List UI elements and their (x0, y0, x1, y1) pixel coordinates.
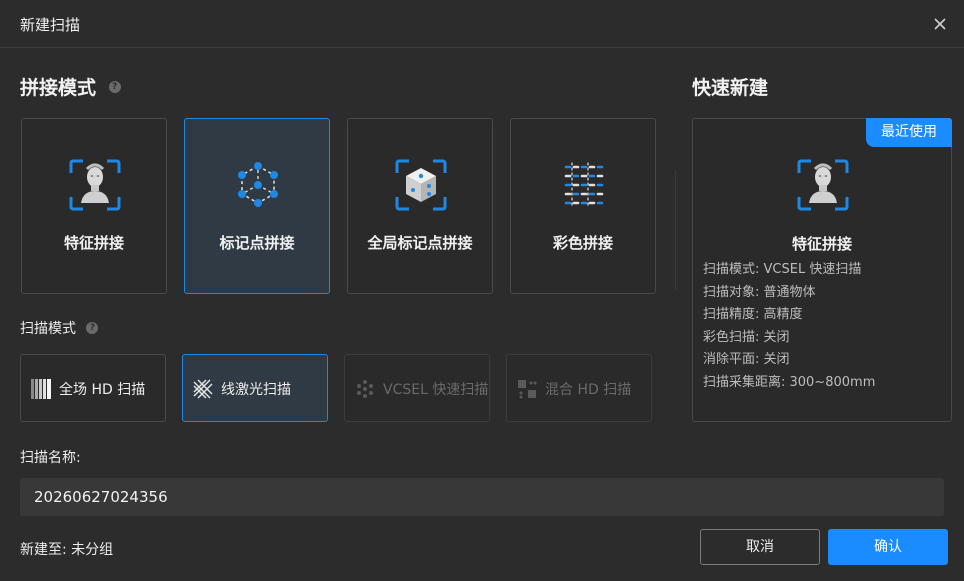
stitch-option-label: 全局标记点拼接 (367, 234, 473, 252)
scan-mode-label: 全场 HD 扫描 (59, 382, 146, 398)
stitch-option-color[interactable]: 彩色拼接 (510, 118, 656, 294)
detail-scan-mode: 扫描模式: VCSEL 快速扫描 (703, 262, 862, 277)
quick-create-name: 特征拼接 (791, 235, 852, 253)
scan-mode-label: 混合 HD 扫描 (545, 382, 632, 398)
divider (675, 170, 676, 290)
stripes-icon (31, 379, 51, 399)
stitch-option-label: 彩色拼接 (552, 234, 613, 252)
scan-mode-line-laser[interactable]: 线激光扫描 (182, 354, 328, 422)
scan-mode-full-field-hd[interactable]: 全场 HD 扫描 (20, 354, 166, 422)
stitch-option-label: 标记点拼接 (219, 234, 295, 252)
quick-create-heading: 快速新建 (692, 77, 769, 99)
scan-mode-label: VCSEL 快速扫描 (383, 382, 489, 398)
detail-scan-precision: 扫描精度: 高精度 (703, 307, 803, 323)
cancel-button[interactable]: 取消 (700, 529, 820, 565)
bust-feature-icon (797, 159, 849, 211)
bust-feature-icon (69, 159, 121, 211)
scan-mode-heading: 扫描模式 ? (20, 318, 99, 338)
stitch-option-label: 特征拼接 (63, 234, 124, 252)
laser-lines-icon (193, 379, 213, 399)
target-group-text: 新建至: 未分组 (20, 542, 114, 558)
marker-points-icon (238, 162, 278, 207)
hybrid-icon (518, 380, 537, 399)
quick-create-details: 扫描模式: VCSEL 快速扫描 扫描对象: 普通物体 扫描精度: 高精度 彩色… (703, 259, 875, 395)
dialog-title: 新建扫描 (20, 16, 81, 34)
detail-color-scan: 彩色扫描: 关闭 (703, 329, 790, 345)
confirm-button[interactable]: 确认 (828, 529, 948, 565)
scan-mode-label: 线激光扫描 (221, 382, 291, 398)
scan-mode-hybrid-hd: 混合 HD 扫描 (506, 354, 652, 422)
vcsel-dots-icon (357, 380, 373, 398)
title-bar: 新建扫描 (0, 0, 964, 48)
stitch-option-global-marker[interactable]: 全局标记点拼接 (347, 118, 493, 294)
global-marker-cube-icon (395, 159, 447, 211)
recent-badge: 最近使用 (866, 118, 952, 147)
detail-remove-plane: 消除平面: 关闭 (703, 352, 790, 368)
detail-scan-object: 扫描对象: 普通物体 (703, 284, 816, 300)
stitch-option-feature[interactable]: 特征拼接 (21, 118, 167, 294)
detail-scan-distance: 扫描采集距离: 300~800mm (703, 374, 876, 390)
help-icon[interactable]: ? (108, 81, 121, 93)
quick-create-card[interactable]: 最近使用 特征拼接 扫描模式: VCSEL 快速扫描 扫描对象: 普通物体 扫描… (692, 118, 952, 422)
color-grid-icon (564, 162, 604, 208)
scan-name-label: 扫描名称: (20, 450, 81, 466)
stitch-mode-heading: 拼接模式 ? (20, 73, 121, 100)
scan-mode-vcsel: VCSEL 快速扫描 (344, 354, 490, 422)
stitch-option-marker[interactable]: 标记点拼接 (184, 118, 330, 294)
new-scan-dialog: 新建扫描 拼接模式 ? 特征拼接 标记点拼接 全局标记点拼接 彩色拼接 扫描模式… (0, 0, 964, 581)
help-icon[interactable]: ? (86, 322, 99, 334)
close-icon[interactable] (930, 14, 950, 34)
scan-name-input[interactable] (20, 478, 944, 516)
